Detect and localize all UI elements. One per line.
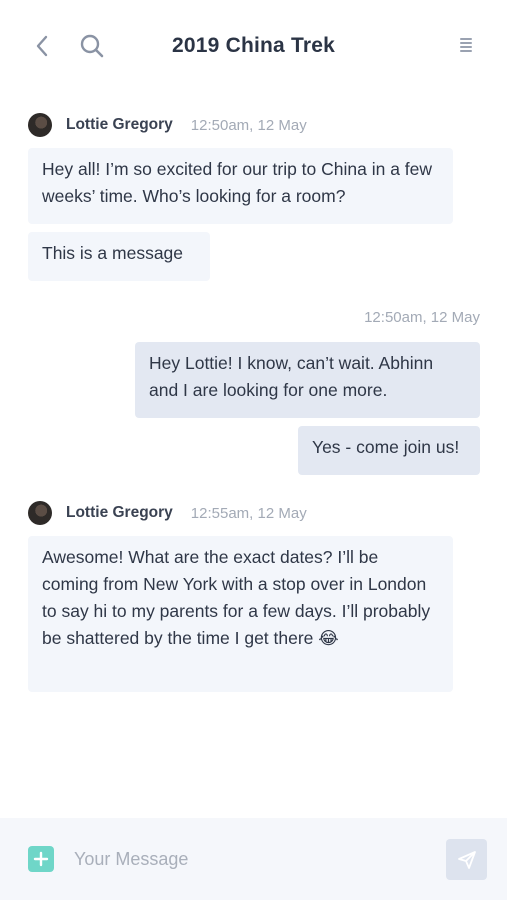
message-sender-row: Lottie Gregory 12:55am, 12 May	[28, 500, 307, 526]
chat-header: 2019 China Trek	[0, 0, 507, 92]
sender-name: Lottie Gregory	[66, 116, 173, 133]
message-bubble-outgoing[interactable]: Hey Lottie! I know, can’t wait. Abhinn a…	[135, 342, 480, 418]
avatar[interactable]	[28, 501, 52, 525]
page-title: 2019 China Trek	[172, 34, 335, 57]
menu-button[interactable]	[456, 35, 476, 57]
menu-icon	[460, 38, 472, 52]
plus-icon	[33, 851, 49, 867]
send-icon	[457, 850, 476, 869]
message-bubble[interactable]: Hey all! I’m so excited for our trip to …	[28, 148, 453, 224]
message-input[interactable]	[74, 840, 424, 878]
send-button[interactable]	[446, 839, 487, 880]
message-bubble[interactable]: This is a message	[28, 232, 210, 281]
message-timestamp: 12:50am, 12 May	[364, 309, 480, 326]
sender-name: Lottie Gregory	[66, 504, 173, 521]
message-composer	[0, 818, 507, 900]
message-timestamp: 12:50am, 12 May	[190, 116, 307, 134]
message-timestamp: 12:55am, 12 May	[190, 504, 307, 522]
message-bubble-outgoing[interactable]: Yes - come join us!	[298, 426, 480, 475]
message-sender-row: Lottie Gregory 12:50am, 12 May	[28, 112, 307, 138]
add-attachment-button[interactable]	[28, 846, 54, 872]
avatar[interactable]	[28, 113, 52, 137]
message-bubble[interactable]: Awesome! What are the exact dates? I’ll …	[28, 536, 453, 692]
